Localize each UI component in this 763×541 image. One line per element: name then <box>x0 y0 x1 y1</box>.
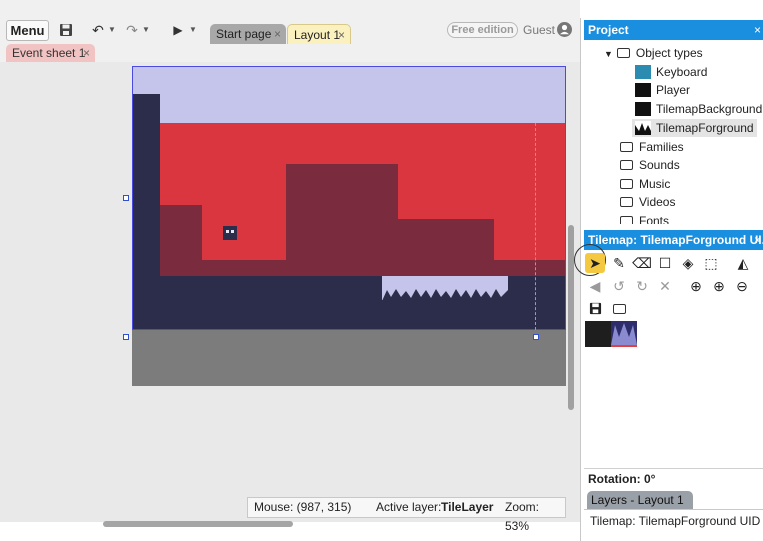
eraser-tool-icon[interactable]: ⌫ <box>632 253 652 273</box>
tree-item-object-types[interactable]: ▼ Object types <box>604 44 703 62</box>
ground-strip <box>132 330 566 386</box>
flip-horizontal-icon[interactable]: ◭ <box>733 253 753 273</box>
rotate-cw-icon[interactable]: ↻ <box>632 276 652 296</box>
close-icon[interactable]: × <box>754 20 761 40</box>
selection-tool-icon[interactable]: ⬚ <box>701 253 721 273</box>
tab-label: Event sheet 1 <box>12 46 86 60</box>
zoom-fit-icon[interactable]: ⊕ <box>686 276 706 296</box>
tilemap-panel-title: Tilemap: TilemapForground UI... × <box>584 230 763 250</box>
expand-arrow-icon[interactable]: ▼ <box>604 49 613 59</box>
tile-palette-spike[interactable] <box>611 321 637 347</box>
pencil-tool-icon[interactable]: ✎ <box>609 253 629 273</box>
selected-object-uid: Tilemap: TilemapForground UID 1 <box>584 509 763 531</box>
user-icon[interactable] <box>557 22 572 37</box>
resize-handle[interactable] <box>123 195 129 201</box>
save-icon[interactable] <box>585 299 605 319</box>
tab-event-sheet-1[interactable]: Event sheet 1 × <box>6 44 95 62</box>
folder-icon <box>620 141 633 152</box>
tilemap-icon <box>635 120 651 135</box>
active-layer-name: TileLayer <box>441 500 494 514</box>
tree-item-tilemap-forground[interactable]: TilemapForground <box>632 119 757 137</box>
pointer-tool-icon[interactable]: ➤ <box>585 253 605 273</box>
folder-icon <box>616 47 630 58</box>
tree-item-player[interactable]: Player <box>635 81 690 99</box>
resize-handle[interactable] <box>533 334 539 340</box>
tile-palette-empty[interactable] <box>585 321 611 347</box>
zoom-level: Zoom: 53% <box>505 500 540 533</box>
selection-box <box>132 66 566 330</box>
zoom-out-icon[interactable]: ⊖ <box>732 276 752 296</box>
horizontal-scrollbar-thumb[interactable] <box>103 521 293 527</box>
folder-icon <box>620 215 633 224</box>
layout-boundary-line <box>535 123 536 330</box>
save-icon[interactable] <box>57 20 75 40</box>
status-bar: Mouse: (987, 315) Active layer: TileLaye… <box>247 497 566 533</box>
folder-icon <box>620 159 633 170</box>
keyboard-icon <box>635 64 651 79</box>
redo-icon[interactable]: ↷ <box>123 20 141 40</box>
tab-label: Start page <box>216 27 272 41</box>
layout-canvas[interactable] <box>0 62 566 522</box>
redo-dropdown-icon[interactable]: ▼ <box>142 20 150 40</box>
tree-folder-music[interactable]: Music <box>620 175 670 193</box>
tree-item-keyboard[interactable]: Keyboard <box>635 63 707 81</box>
zoom-in-icon[interactable]: ⊕ <box>709 276 729 296</box>
close-icon[interactable]: × <box>274 24 281 44</box>
tree-folder-sounds[interactable]: Sounds <box>620 156 680 174</box>
close-icon[interactable]: × <box>754 230 761 250</box>
tab-label: Layout 1 <box>294 28 341 42</box>
free-edition-badge[interactable]: Free edition <box>447 22 518 38</box>
close-icon[interactable]: × <box>338 25 345 45</box>
folder-icon[interactable] <box>609 299 629 319</box>
tree-folder-families[interactable]: Families <box>620 138 684 156</box>
mouse-position: Mouse: (987, 315) <box>254 500 352 514</box>
play-icon[interactable]: ▶ <box>170 20 186 40</box>
flip-vertical-icon[interactable]: ◀ <box>585 276 605 296</box>
rotation-readout: Rotation: 0° <box>584 468 763 488</box>
tilemap-icon <box>635 101 651 116</box>
fill-tool-icon[interactable]: ◈ <box>678 253 698 273</box>
user-name[interactable]: Guest <box>523 22 555 38</box>
play-dropdown-icon[interactable]: ▼ <box>189 20 197 40</box>
tab-layout-1[interactable]: Layout 1 × <box>287 24 351 44</box>
rectangle-tool-icon[interactable]: ☐ <box>655 253 675 273</box>
undo-dropdown-icon[interactable]: ▼ <box>108 20 116 40</box>
rotate-ccw-icon[interactable]: ↺ <box>609 276 629 296</box>
active-layer-prefix: Active layer: <box>376 500 442 514</box>
tree-item-tilemap-background[interactable]: TilemapBackground <box>635 100 762 118</box>
tree-folder-videos[interactable]: Videos <box>620 193 675 211</box>
menu-button[interactable]: Menu <box>6 20 49 41</box>
vertical-scrollbar-thumb[interactable] <box>568 225 574 410</box>
reset-transform-icon[interactable]: ✕ <box>655 276 675 296</box>
folder-icon <box>620 196 633 207</box>
sprite-icon <box>635 82 651 97</box>
undo-icon[interactable]: ↶ <box>89 20 107 40</box>
tree-folder-fonts[interactable]: Fonts <box>620 212 669 224</box>
folder-icon <box>620 178 633 189</box>
tab-start-page[interactable]: Start page × <box>210 24 286 44</box>
tab-layers-layout-1[interactable]: Layers - Layout 1 <box>587 491 693 509</box>
project-panel-title: Project × <box>584 20 763 40</box>
close-icon[interactable]: × <box>83 44 90 62</box>
resize-handle[interactable] <box>123 334 129 340</box>
